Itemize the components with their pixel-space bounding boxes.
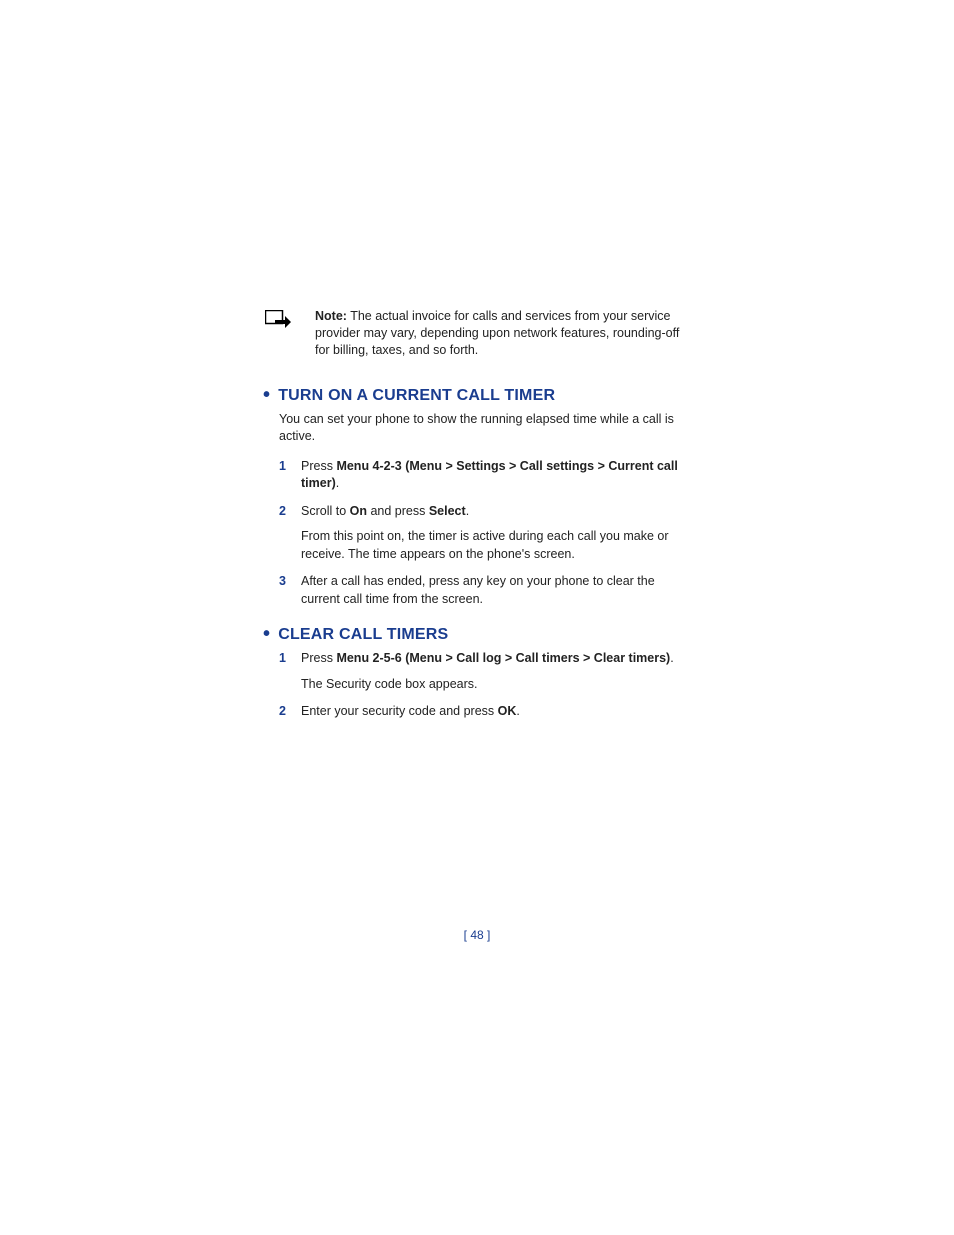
page-number: [ 48 ] [0,928,954,942]
step-number: 3 [279,573,286,591]
step-1-follow: The Security code box appears. [301,676,685,694]
section-heading-turn-on-timer: TURN ON A CURRENT CALL TIMER [263,387,685,405]
page-content: Note: The actual invoice for calls and s… [265,308,685,739]
step-number: 1 [279,650,286,668]
step-2-follow: From this point on, the timer is active … [301,528,685,563]
step-1: 1 Press Menu 4-2-3 (Menu > Settings > Ca… [279,458,685,493]
note-label: Note: [315,309,347,323]
step-number: 1 [279,458,286,476]
note-block: Note: The actual invoice for calls and s… [265,308,685,359]
section1-steps: 1 Press Menu 4-2-3 (Menu > Settings > Ca… [279,458,685,609]
step-1: 1 Press Menu 2-5-6 (Menu > Call log > Ca… [279,650,685,693]
step-3: 3 After a call has ended, press any key … [279,573,685,608]
note-body: The actual invoice for calls and service… [315,309,679,357]
step-number: 2 [279,503,286,521]
section1-intro: You can set your phone to show the runni… [279,411,685,446]
section-heading-clear-timers: CLEAR CALL TIMERS [263,626,685,644]
step-2: 2 Enter your security code and press OK. [279,703,685,721]
note-arrow-icon [265,310,297,335]
step-number: 2 [279,703,286,721]
note-text: Note: The actual invoice for calls and s… [315,308,685,359]
step-2: 2 Scroll to On and press Select. From th… [279,503,685,564]
section2-steps: 1 Press Menu 2-5-6 (Menu > Call log > Ca… [279,650,685,721]
